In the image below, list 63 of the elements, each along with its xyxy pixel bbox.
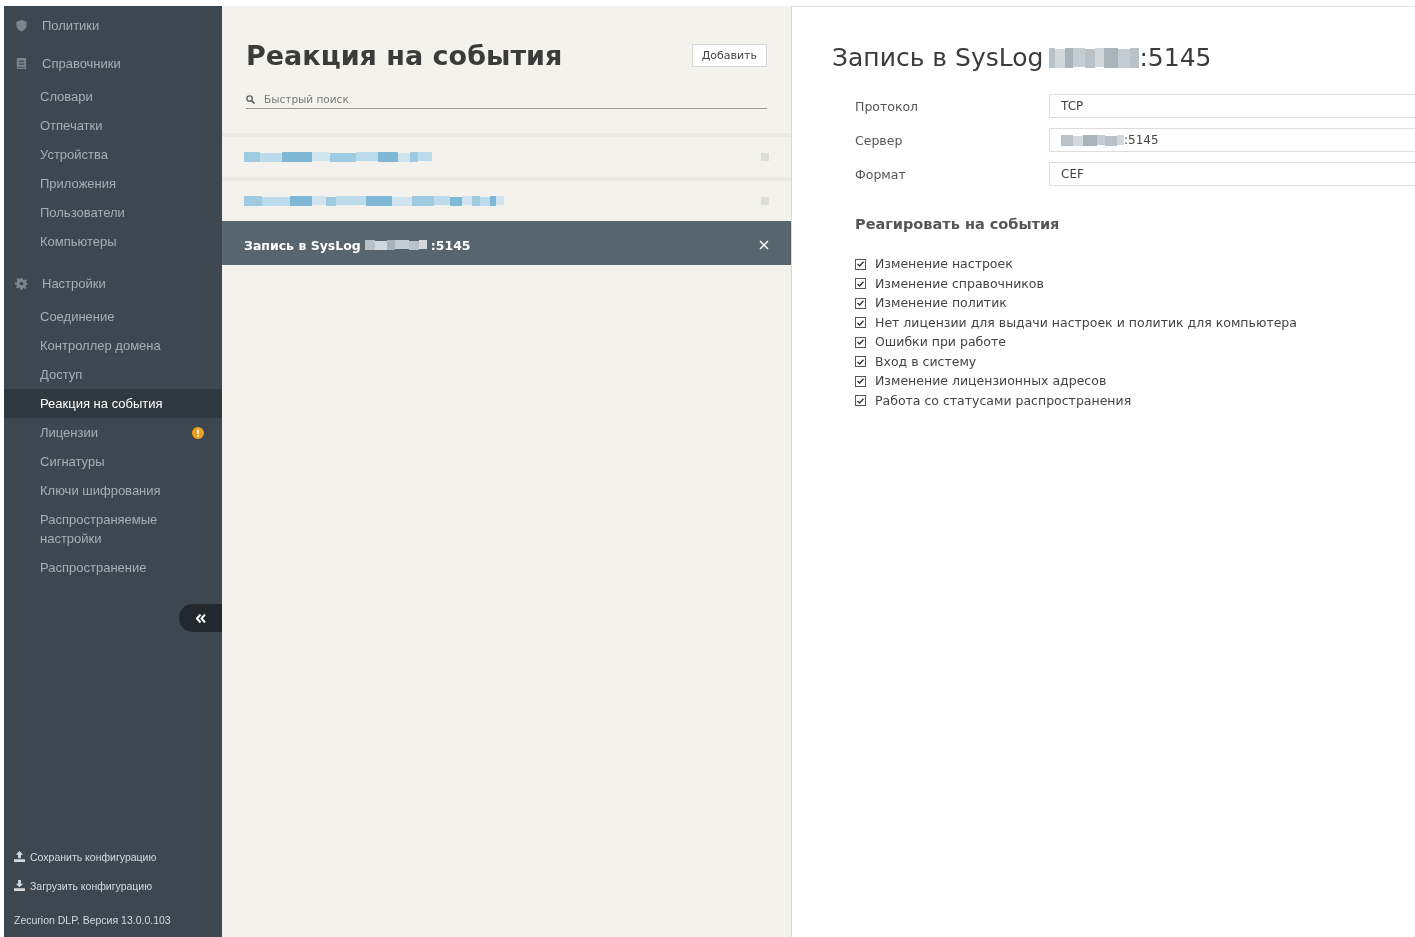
detail-title-port: :5145 xyxy=(1139,43,1212,72)
checkbox-label: Ошибки при работе xyxy=(875,334,1006,351)
nav-item[interactable]: Доступ xyxy=(4,360,222,389)
shield-icon xyxy=(15,18,28,32)
panel-title: Реакция на события xyxy=(246,40,563,71)
blurred-text xyxy=(1061,134,1124,146)
checkbox[interactable] xyxy=(855,356,866,368)
checkbox[interactable] xyxy=(855,395,866,407)
nav-item[interactable]: Отпечатки xyxy=(4,111,222,140)
nav-item[interactable]: Лицензии xyxy=(4,418,222,447)
nav-group[interactable]: Политики xyxy=(4,6,222,44)
nav-item[interactable]: Распространяемые настройки xyxy=(4,505,222,553)
download-icon xyxy=(14,880,25,891)
checkbox-label: Вход в систему xyxy=(875,353,977,370)
checkbox[interactable] xyxy=(855,297,866,309)
checkbox[interactable] xyxy=(855,278,866,290)
upload-icon xyxy=(14,851,25,862)
book-icon xyxy=(15,56,28,70)
checkbox-label: Работа со статусами распространения xyxy=(875,392,1132,409)
nav-item[interactable]: Устройства xyxy=(4,140,222,169)
field-label: Формат xyxy=(855,166,907,182)
input-field[interactable]: CEF xyxy=(1049,162,1415,186)
nav-item[interactable]: Компьютеры xyxy=(4,227,222,256)
input-field[interactable]: :5145 xyxy=(1049,128,1415,152)
checkbox-label: Изменение лицензионных адресов xyxy=(875,373,1107,390)
field-label: Протокол xyxy=(855,98,920,114)
config-link[interactable]: Сохранить конфигурацию xyxy=(4,842,222,871)
nav-group[interactable]: Настройки xyxy=(4,264,222,302)
list-row[interactable]: Запись в SysLog :5145 xyxy=(222,221,791,265)
nav-item[interactable]: Сигнатуры xyxy=(4,447,222,476)
checkbox-label: Изменение настроек xyxy=(875,256,1013,273)
search-field[interactable]: Быстрый поиск xyxy=(246,91,767,109)
checkbox-label: Изменение политик xyxy=(875,295,1007,312)
blurred-text xyxy=(364,240,427,250)
checkbox[interactable] xyxy=(855,336,866,348)
checkbox-label: Нет лицензии для выдачи настроек и политик для компьютера xyxy=(875,314,1297,331)
gear-icon xyxy=(15,276,28,290)
checkbox[interactable] xyxy=(855,258,866,270)
field-label: Сервер xyxy=(855,132,904,148)
nav-item[interactable]: Приложения xyxy=(4,169,222,198)
nav-item[interactable]: Соединение xyxy=(4,302,222,331)
checkbox-label: Изменение справочников xyxy=(875,275,1044,292)
search-icon xyxy=(246,95,255,104)
double-chevron-icon xyxy=(195,613,206,623)
nav-item[interactable]: Пользователи xyxy=(4,198,222,227)
collapse-button[interactable] xyxy=(179,604,222,632)
close-icon[interactable] xyxy=(759,240,769,250)
add-button[interactable]: Добавить xyxy=(691,44,767,67)
nav-item[interactable]: Контроллер домена xyxy=(4,331,222,360)
checkbox[interactable] xyxy=(855,375,866,387)
input-field[interactable]: TCP xyxy=(1049,94,1415,118)
section-title: Реагировать на события xyxy=(855,216,1061,232)
checkbox[interactable] xyxy=(855,317,866,329)
nav-item[interactable]: Ключи шифрования xyxy=(4,476,222,505)
nav-item[interactable]: Реакция на события xyxy=(4,389,222,418)
config-link[interactable]: Загрузить конфигурацию xyxy=(4,871,222,900)
list-item-title: Запись в SysLog xyxy=(244,237,361,253)
nav-item[interactable]: Распространение xyxy=(4,553,222,582)
version-text: Zecurion DLP. Версия 13.0.0.103 xyxy=(13,913,172,928)
detail-title: Запись в SysLog xyxy=(832,43,1044,72)
nav-item[interactable]: Словари xyxy=(4,82,222,111)
nav-group[interactable]: Справочники xyxy=(4,44,222,82)
list-item-port: :5145 xyxy=(430,237,471,253)
